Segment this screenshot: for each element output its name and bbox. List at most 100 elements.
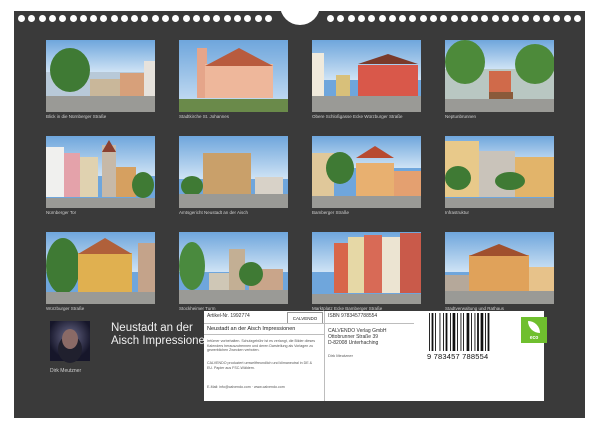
barcode-bar xyxy=(450,313,451,351)
binding-hole xyxy=(357,14,365,22)
barcode xyxy=(429,313,490,351)
binding-hole xyxy=(429,14,437,22)
photo-cell: Blick in die Nürnberger Straße xyxy=(46,40,155,120)
divider xyxy=(324,323,414,324)
binding-hole xyxy=(192,14,200,22)
photo-cell: Bamberger Straße xyxy=(312,136,421,216)
binding-hole xyxy=(471,14,479,22)
barcode-bar xyxy=(452,313,456,351)
legal-text-2: CALVENDO produziert umweltfreundlich und… xyxy=(207,361,312,370)
photo-nuernberger-tor xyxy=(46,136,155,208)
barcode-bar xyxy=(487,313,490,351)
photo-cell: Neptunbrunnen xyxy=(445,40,554,120)
photo-caption: Obere Schloßgasse Ecke Würzburger Straße xyxy=(312,114,403,119)
binding-hole xyxy=(399,14,407,22)
photo-cell: Stadtkirche St. Johannes xyxy=(179,40,288,120)
photo-cell: Amtsgericht Neustadt an der Aisch xyxy=(179,136,288,216)
binding-hole xyxy=(481,14,489,22)
author-name: Dirk Meutzner xyxy=(50,368,82,374)
barcode-bar xyxy=(466,313,470,351)
divider xyxy=(204,334,324,335)
barcode-bar xyxy=(463,313,464,351)
publisher-address: CALVENDO Verlag GmbH Ottobrunner Straße … xyxy=(328,328,387,346)
binding-hole xyxy=(409,14,417,22)
photo-cell: Obere Schloßgasse Ecke Würzburger Straße xyxy=(312,40,421,120)
barcode-bar xyxy=(457,313,458,351)
binding-hole xyxy=(120,14,128,22)
binding-hole xyxy=(532,14,540,22)
info-panel: Artikel-Nr. 1992774 CALVENDO Neustadt an… xyxy=(204,311,544,401)
binding-hole xyxy=(244,14,252,22)
photo-grid: Blick in die Nürnberger Straße Stadtkirc… xyxy=(46,40,554,312)
divider xyxy=(324,311,325,401)
barcode-digits: 9 783457 788554 xyxy=(427,352,489,361)
publisher-city: D-82008 Unterhaching xyxy=(328,339,379,346)
photo-caption: Stadtkirche St. Johannes xyxy=(179,114,230,119)
binding-hole xyxy=(90,14,98,22)
binding-hole xyxy=(38,14,46,22)
photo-marktplatz xyxy=(312,232,421,304)
binding-hole xyxy=(234,14,242,22)
binding-hole xyxy=(213,14,221,22)
binding-hole xyxy=(460,14,468,22)
photo-stadtkirche xyxy=(179,40,288,112)
binding-hole xyxy=(254,14,262,22)
binding-hole xyxy=(378,14,386,22)
hanger-notch xyxy=(279,5,320,25)
article-number: Artikel-Nr. 1992774 xyxy=(207,313,250,319)
binding-hole xyxy=(347,14,355,22)
binding-hole xyxy=(151,14,159,22)
info-subtitle: Neustadt an der Aisch Impressionen xyxy=(207,326,296,332)
binding-hole xyxy=(182,14,190,22)
barcode-bar xyxy=(439,313,441,351)
binding-hole xyxy=(543,14,551,22)
binding-hole xyxy=(18,14,26,22)
leaf-icon xyxy=(528,321,540,333)
legal-text-1: Irrtümer vorbehalten. Schutzgebühr ist e… xyxy=(207,339,316,353)
binding-hole xyxy=(162,14,170,22)
binding-hole xyxy=(388,14,396,22)
binding-hole xyxy=(28,14,36,22)
photo-caption: Bamberger Straße xyxy=(312,210,350,215)
binding-hole xyxy=(573,14,581,22)
binding-hole xyxy=(172,14,180,22)
binding-hole xyxy=(327,14,335,22)
photo-caption: Blick in die Nürnberger Straße xyxy=(46,114,107,119)
binding-holes-right xyxy=(326,14,583,22)
photo-obere-schlossgasse xyxy=(312,40,421,112)
barcode-bar xyxy=(431,313,434,351)
binding-hole xyxy=(141,14,149,22)
contact-text: E-Mail: info@calvendo.com · www.calvendo… xyxy=(207,385,285,389)
barcode-bar xyxy=(460,313,462,351)
barcode-bar xyxy=(485,313,486,351)
photo-caption: Würzburger Straße xyxy=(46,306,85,311)
barcode-bar xyxy=(435,313,436,351)
binding-hole xyxy=(264,14,272,22)
binding-hole xyxy=(69,14,77,22)
photo-amtsgericht xyxy=(179,136,288,208)
photo-cell: Würzburger Straße xyxy=(46,232,155,312)
barcode-bar xyxy=(445,313,448,351)
binding-hole xyxy=(512,14,520,22)
barcode-bar xyxy=(474,313,476,351)
eco-badge: eco xyxy=(521,317,547,343)
photo-stockheimer-turm xyxy=(179,232,288,304)
binding-hole xyxy=(450,14,458,22)
binding-hole xyxy=(553,14,561,22)
photo-nuernberger-strasse xyxy=(46,40,155,112)
photo-caption: Nürnberger Tor xyxy=(46,210,77,215)
photo-caption: Neptunbrunnen xyxy=(445,114,477,119)
binding-hole xyxy=(110,14,118,22)
binding-hole xyxy=(337,14,345,22)
photo-caption: Amtsgericht Neustadt an der Aisch xyxy=(179,210,249,215)
binding-hole xyxy=(48,14,56,22)
binding-hole xyxy=(79,14,87,22)
photo-rathaus xyxy=(445,232,554,304)
spiral-binding xyxy=(14,5,585,25)
binding-hole xyxy=(491,14,499,22)
barcode-bar xyxy=(477,313,479,351)
eco-label: eco xyxy=(529,335,539,341)
barcode-bar xyxy=(480,313,484,351)
photo-neptunbrunnen xyxy=(445,40,554,112)
binding-hole xyxy=(368,14,376,22)
